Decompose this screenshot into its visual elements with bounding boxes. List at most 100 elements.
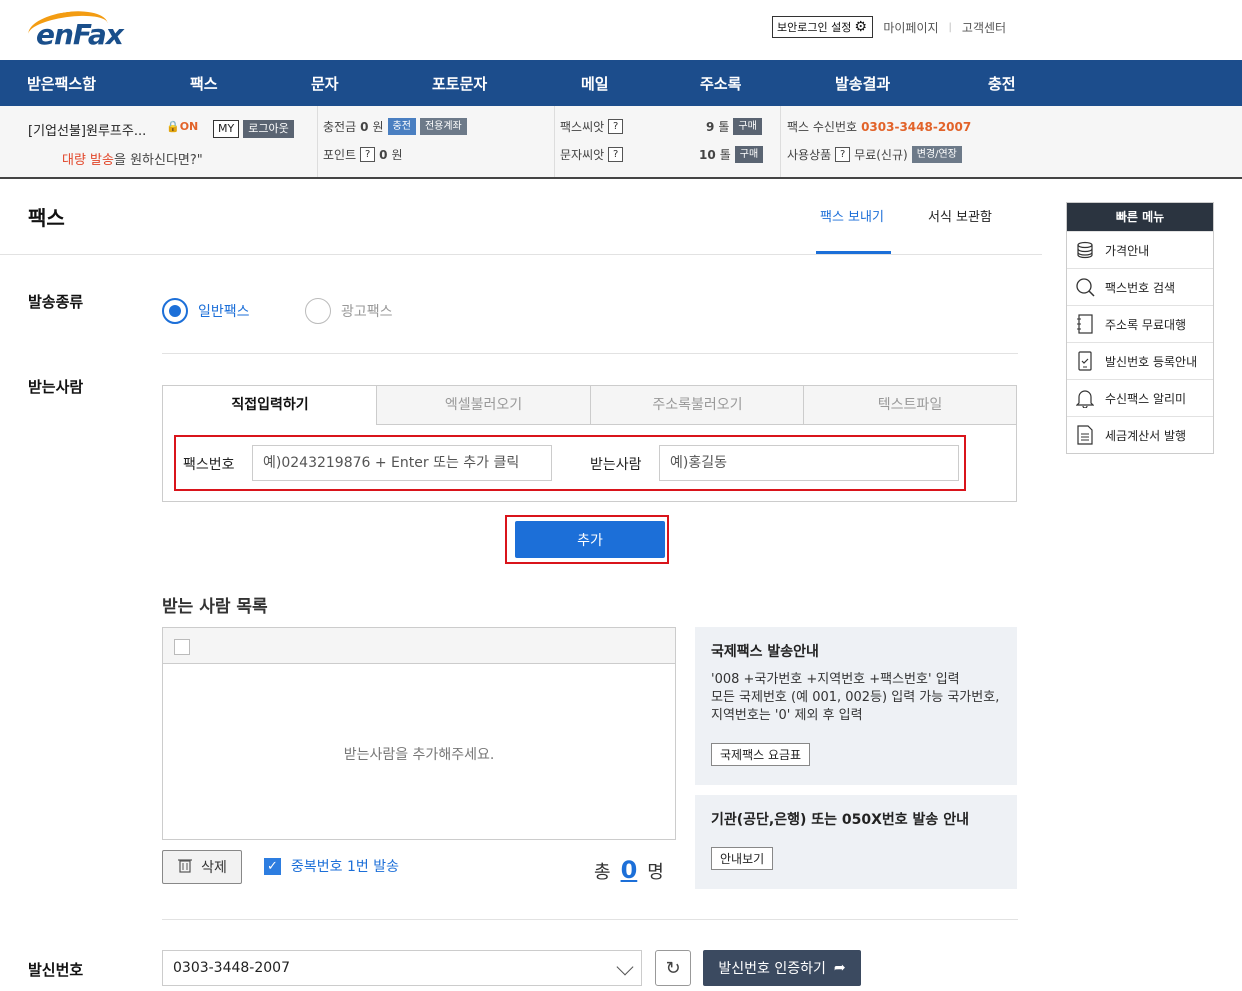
dup-number-option[interactable]: ✓ 중복번호 1번 발송 xyxy=(264,856,399,876)
sms-credit-unit: 톨 xyxy=(719,148,731,162)
tab-addressbook-import[interactable]: 주소록불러오기 xyxy=(590,386,804,425)
product-value: 무료(신규) xyxy=(854,148,908,162)
coins-icon xyxy=(1075,240,1095,260)
nav-inbox[interactable]: 받은팩스함 xyxy=(27,73,96,94)
page-title: 팩스 xyxy=(28,206,65,230)
radio-normal-fax[interactable]: 일반팩스 xyxy=(162,298,250,324)
tab-excel-import[interactable]: 엑셀불러오기 xyxy=(376,386,590,425)
nav-mail[interactable]: 메일 xyxy=(581,73,609,94)
document-icon xyxy=(1075,425,1095,445)
send-type-label: 발송종류 xyxy=(28,293,84,311)
intl-info-title: 국제팩스 발송안내 xyxy=(711,644,819,660)
logout-button[interactable]: 로그아웃 xyxy=(243,120,294,138)
delete-button[interactable]: 삭제 xyxy=(162,850,242,884)
tab-text-file[interactable]: 텍스트파일 xyxy=(803,386,1016,425)
add-button[interactable]: 추가 xyxy=(515,521,665,558)
fax-number-input[interactable] xyxy=(252,445,552,481)
quick-item-addressbook[interactable]: 주소록 무료대행 xyxy=(1067,305,1213,342)
quick-item-label: 수신팩스 알리미 xyxy=(1105,391,1187,406)
product-help-icon[interactable]: ? xyxy=(835,147,851,162)
trash-icon xyxy=(177,857,193,877)
recipient-label: 받는사람 xyxy=(28,378,84,396)
sms-credit-help-icon[interactable]: ? xyxy=(608,147,624,162)
support-link[interactable]: 고객센터 xyxy=(962,19,1006,36)
nav-results[interactable]: 발송결과 xyxy=(835,73,890,94)
divider xyxy=(162,919,1018,920)
quick-item-label: 세금계산서 발행 xyxy=(1105,428,1187,443)
verify-sender-label: 발신번호 인증하기 xyxy=(718,961,826,977)
verify-sender-button[interactable]: 발신번호 인증하기 ➦ xyxy=(703,950,861,986)
recipient-list: 받는사람을 추가해주세요. xyxy=(162,627,676,840)
select-all-checkbox[interactable] xyxy=(174,639,190,655)
sms-credit-value: 10 xyxy=(699,147,716,162)
change-extend-button[interactable]: 변경/연장 xyxy=(911,146,962,163)
nav-charge[interactable]: 충전 xyxy=(988,73,1016,94)
charge-unit: 원 xyxy=(372,120,384,134)
promo-highlight[interactable]: 대량 발송 xyxy=(62,149,114,168)
product-label: 사용상품 xyxy=(787,148,832,162)
fax-number-label: 팩스 수신번호 xyxy=(787,120,858,134)
recipient-name-input[interactable] xyxy=(659,445,959,481)
secure-login-label: 보안로그인 설정 xyxy=(777,21,852,34)
share-arrow-icon: ➦ xyxy=(833,960,846,976)
quick-item-fax-search[interactable]: 팩스번호 검색 xyxy=(1067,268,1213,305)
radio-unselected-icon xyxy=(305,298,331,324)
sms-credit-buy-button[interactable]: 구매 xyxy=(734,146,764,163)
total-suffix: 명 xyxy=(647,862,664,883)
charge-button[interactable]: 충전 xyxy=(387,118,416,135)
enfax-logo[interactable]: enFax xyxy=(26,6,136,52)
institution-info: 기관(공단,은행) 또는 050X번호 발송 안내 안내보기 xyxy=(695,795,1017,889)
tab-send-fax[interactable]: 팩스 보내기 xyxy=(820,206,884,225)
fax-number-value: 0303-3448-2007 xyxy=(861,119,972,134)
account-name: [기업선불]원루프주... xyxy=(28,124,147,139)
charge-label: 충전금 xyxy=(323,120,357,134)
nav-sms[interactable]: 문자 xyxy=(311,73,339,94)
credit-col: 팩스씨앗 ? 9 톨 구매 문자씨앗 ? 10 톨 구매 xyxy=(555,106,781,177)
my-button[interactable]: MY xyxy=(213,120,240,138)
nav-fax[interactable]: 팩스 xyxy=(190,73,218,94)
fax-number-input-label: 팩스번호 xyxy=(183,457,235,473)
recipient-total: 총 0 명 xyxy=(594,856,664,884)
lock-on-icon[interactable]: 🔒ON xyxy=(166,120,198,133)
radio-ad-label: 광고팩스 xyxy=(341,304,393,320)
tab-direct-input[interactable]: 직접입력하기 xyxy=(163,386,377,425)
quick-item-label: 가격안내 xyxy=(1105,243,1150,258)
account-col: [기업선불]원루프주... 🔒ON MY 로그아웃 대량 발송 을 원하신다면?… xyxy=(0,106,318,177)
quick-item-label: 발신번호 등록안내 xyxy=(1105,354,1198,369)
tab-form-storage[interactable]: 서식 보관함 xyxy=(928,206,992,225)
quick-item-label: 팩스번호 검색 xyxy=(1105,280,1176,295)
quick-item-tax-invoice[interactable]: 세금계산서 발행 xyxy=(1067,416,1213,453)
quick-item-sender-register[interactable]: 발신번호 등록안내 xyxy=(1067,342,1213,379)
promo-text[interactable]: 을 원하신다면?" xyxy=(114,149,203,168)
quick-item-pricing[interactable]: 가격안내 xyxy=(1067,231,1213,268)
sender-number-select[interactable]: 0303-3448-2007 xyxy=(162,950,642,986)
top-links: 보안로그인 설정 ⚙ 마이페이지 | 고객센터 xyxy=(772,16,1006,38)
search-icon xyxy=(1075,277,1095,297)
dup-number-label: 중복번호 1번 발송 xyxy=(291,859,399,875)
refresh-button[interactable]: ↻ xyxy=(655,950,691,986)
intl-rate-button[interactable]: 국제팩스 요금표 xyxy=(711,743,811,766)
fax-credit-buy-button[interactable]: 구매 xyxy=(733,118,762,135)
secure-login-button[interactable]: 보안로그인 설정 ⚙ xyxy=(772,16,874,38)
inst-info-button[interactable]: 안내보기 xyxy=(711,847,774,870)
nav-addressbook[interactable]: 주소록 xyxy=(700,73,741,94)
gear-icon: ⚙ xyxy=(854,19,867,35)
point-label: 포인트 xyxy=(323,148,357,162)
intl-info-line1: '008 +국가번호 +지역번호 +팩스번호' 입력 xyxy=(711,672,960,687)
fax-credit-help-icon[interactable]: ? xyxy=(608,119,624,134)
dedicated-account-button[interactable]: 전용계좌 xyxy=(419,118,467,135)
sender-number-label: 발신번호 xyxy=(28,961,84,979)
total-count: 0 xyxy=(620,856,638,884)
quick-item-label: 주소록 무료대행 xyxy=(1105,317,1187,332)
list-empty-message: 받는사람을 추가해주세요. xyxy=(343,747,495,763)
nav-photo-sms[interactable]: 포토문자 xyxy=(432,73,487,94)
point-help-icon[interactable]: ? xyxy=(360,147,376,162)
mypage-link[interactable]: 마이페이지 xyxy=(883,19,938,36)
radio-ad-fax[interactable]: 광고팩스 xyxy=(305,298,393,324)
quick-item-fax-alert[interactable]: 수신팩스 알리미 xyxy=(1067,379,1213,416)
intl-info-line2: 모든 국제번호 (예 001, 002등) 입력 가능 국가번호, 지역번호는 … xyxy=(711,690,1000,723)
balance-col: 충전금 0 원 충전 전용계좌 포인트 ? 0 원 xyxy=(318,106,555,177)
recipient-name-input-label: 받는사람 xyxy=(590,457,642,473)
recipient-list-title: 받는 사람 목록 xyxy=(162,597,268,617)
main-nav: 받은팩스함 팩스 문자 포토문자 메일 주소록 발송결과 충전 xyxy=(0,60,1242,106)
